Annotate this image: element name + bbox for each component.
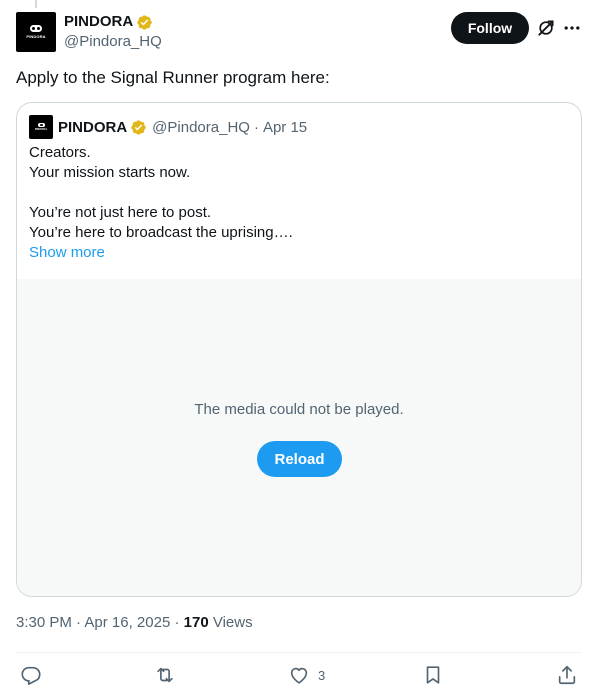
quote-line: You’re not just here to post. xyxy=(29,204,212,221)
logo-mark-icon xyxy=(37,123,45,127)
reload-button[interactable]: Reload xyxy=(257,441,342,477)
tweet-header: PINDORA PINDORA @Pindora_HQ Follow xyxy=(16,12,582,54)
views-count: 170 xyxy=(183,614,209,631)
reply-icon xyxy=(21,666,41,685)
quote-avatar: PINDORA xyxy=(29,115,53,139)
thread-connector-line xyxy=(35,0,37,8)
share-icon xyxy=(558,665,576,685)
bookmark-button[interactable] xyxy=(422,664,452,686)
quote-line: You’re here to broadcast the uprising…. xyxy=(29,224,293,241)
divider xyxy=(16,652,582,653)
quote-author-name: PINDORA xyxy=(58,118,128,136)
avatar-logo-text: PINDORA xyxy=(26,34,46,39)
logo-mark-icon xyxy=(30,25,42,32)
meta-separator: · xyxy=(174,614,180,631)
repost-icon xyxy=(157,667,173,683)
bookmark-icon xyxy=(426,666,440,684)
author-handle[interactable]: @Pindora_HQ xyxy=(64,32,162,52)
verified-badge-icon xyxy=(131,119,146,135)
more-options-icon[interactable] xyxy=(562,18,582,38)
avatar[interactable]: PINDORA xyxy=(16,12,56,52)
grok-icon[interactable] xyxy=(536,18,556,38)
share-button[interactable] xyxy=(556,664,586,686)
quote-date[interactable]: Apr 15 xyxy=(263,119,307,136)
quote-separator: · xyxy=(253,118,259,136)
repost-button[interactable] xyxy=(154,664,184,686)
quote-line xyxy=(29,183,293,203)
heart-icon xyxy=(290,667,308,684)
views-label: Views xyxy=(212,614,253,631)
show-more-link[interactable]: Show more xyxy=(29,243,293,263)
like-button[interactable]: 3 xyxy=(288,664,325,686)
follow-button[interactable]: Follow xyxy=(451,12,529,44)
quote-line: Your mission starts now. xyxy=(29,164,191,181)
action-bar: 3 xyxy=(16,664,582,690)
reply-button[interactable] xyxy=(20,664,50,686)
meta-separator: · xyxy=(76,614,82,631)
quote-line: Creators. xyxy=(29,144,91,161)
like-count: 3 xyxy=(318,667,326,683)
quote-body: Creators. Your mission starts now. You’r… xyxy=(29,143,293,263)
quote-header: PINDORA PINDORA @Pindora_HQ · Apr 15 xyxy=(29,115,307,139)
tweet-date[interactable]: Apr 16, 2025 xyxy=(84,614,170,631)
tweet-time[interactable]: 3:30 PM xyxy=(16,614,72,631)
verified-badge-icon xyxy=(137,14,152,30)
author-display-name[interactable]: PINDORA xyxy=(64,12,133,32)
quoted-tweet-card[interactable]: PINDORA PINDORA @Pindora_HQ · Apr 15 Cre… xyxy=(16,102,582,597)
tweet-text: Apply to the Signal Runner program here: xyxy=(16,68,330,87)
quote-avatar-logo-text: PINDORA xyxy=(34,128,48,131)
tweet-meta: 3:30 PM · Apr 16, 2025 · 170 Views xyxy=(16,613,253,633)
author-name-row: PINDORA xyxy=(64,12,162,32)
media-player: The media could not be played. Reload xyxy=(17,279,581,596)
quote-author-handle: @Pindora_HQ xyxy=(152,118,250,136)
media-error-message: The media could not be played. xyxy=(194,401,404,418)
author-block: PINDORA @Pindora_HQ xyxy=(64,12,162,52)
